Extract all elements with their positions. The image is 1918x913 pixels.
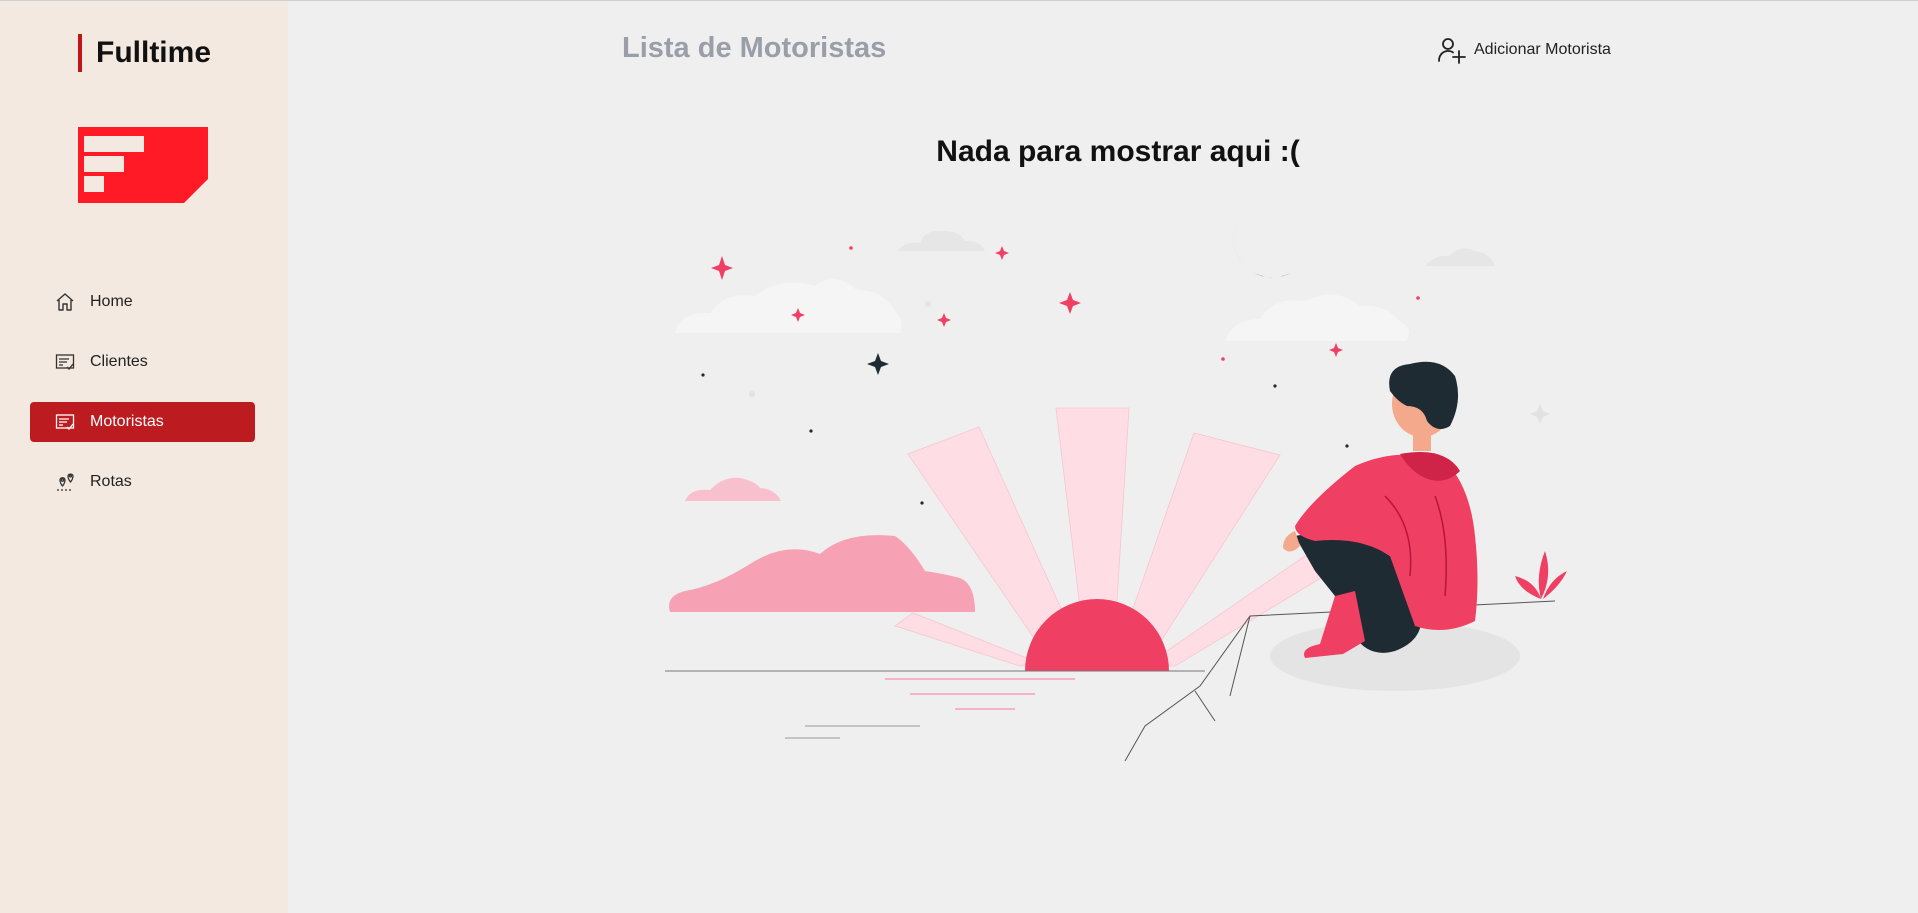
page-title: Lista de Motoristas bbox=[622, 32, 887, 64]
map-pin-icon bbox=[54, 471, 76, 493]
list-check-icon bbox=[54, 411, 76, 433]
empty-state-message: Nada para mostrar aqui :( bbox=[936, 135, 1300, 168]
add-driver-label: Adicionar Motorista bbox=[1474, 41, 1611, 58]
sidebar-item-motoristas[interactable]: Motoristas bbox=[30, 402, 255, 442]
sidebar: Fulltime Home Clientes Motoristas Rotas bbox=[0, 1, 288, 913]
sidebar-item-clientes[interactable]: Clientes bbox=[30, 342, 255, 382]
sidebar-item-label: Rotas bbox=[90, 473, 132, 490]
fulltime-logo[interactable] bbox=[78, 127, 208, 203]
sidebar-item-rotas[interactable]: Rotas bbox=[30, 462, 255, 502]
list-check-icon bbox=[54, 351, 76, 373]
sidebar-item-label: Home bbox=[90, 293, 133, 310]
home-icon bbox=[54, 291, 76, 313]
sidebar-item-label: Clientes bbox=[90, 353, 148, 370]
add-driver-button[interactable]: Adicionar Motorista bbox=[1437, 35, 1611, 65]
sidebar-item-label: Motoristas bbox=[90, 413, 164, 430]
sidebar-item-home[interactable]: Home bbox=[30, 282, 255, 322]
brand-name: Fulltime bbox=[78, 34, 211, 72]
empty-state-illustration bbox=[665, 211, 1567, 762]
user-plus-icon bbox=[1438, 38, 1466, 64]
sidebar-nav: Home Clientes Motoristas Rotas bbox=[30, 282, 255, 522]
